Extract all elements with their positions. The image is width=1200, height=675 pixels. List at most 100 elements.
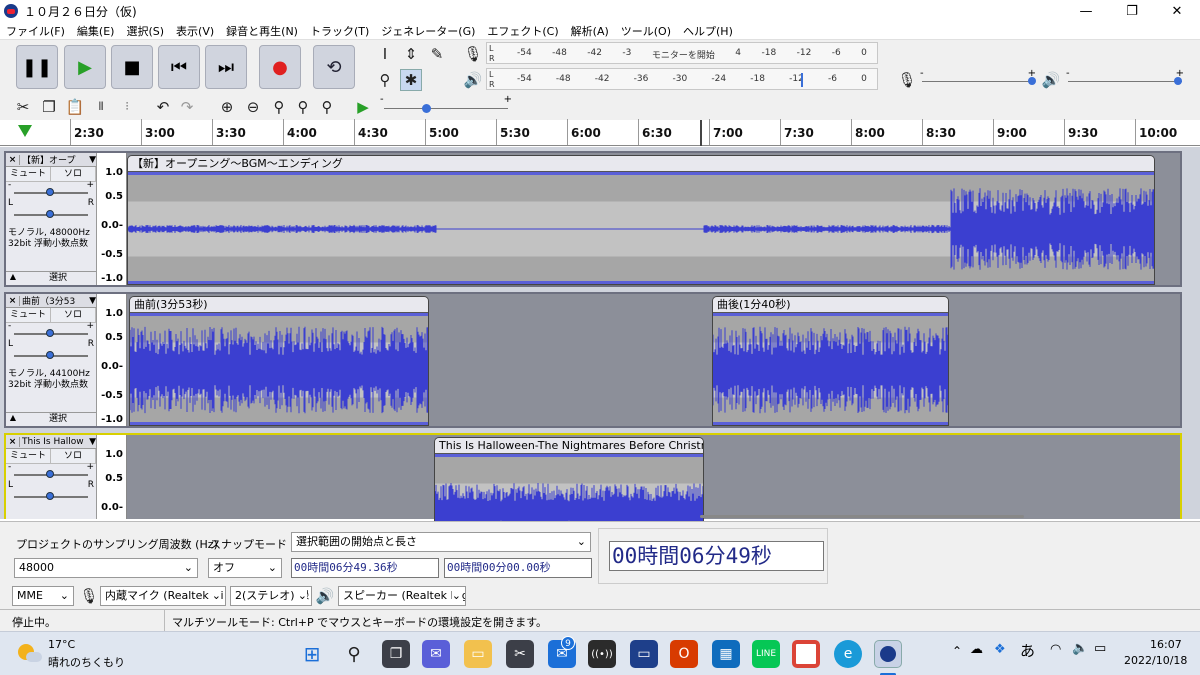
- snap-mode-select[interactable]: オフ ⌄: [208, 558, 282, 578]
- selection-mode-select[interactable]: 選択範囲の開始点と長さ ⌄: [291, 532, 591, 552]
- zoom-in-icon[interactable]: ⊕: [216, 96, 238, 118]
- record-meter[interactable]: L R -54 -48 -42 -3 モニターを開始 4 -18 -12 -6 …: [486, 42, 878, 64]
- gain-slider[interactable]: - +: [8, 462, 94, 482]
- audio-clip[interactable]: 曲後(1分40秒): [712, 296, 949, 426]
- file-explorer-icon[interactable]: ▭: [464, 640, 492, 668]
- play-button[interactable]: ▶: [64, 45, 106, 89]
- solo-button[interactable]: ソロ: [51, 167, 96, 181]
- sample-rate-select[interactable]: 48000 ⌄: [14, 558, 198, 578]
- fit-project-icon[interactable]: ⚲: [292, 96, 314, 118]
- solo-button[interactable]: ソロ: [51, 449, 96, 463]
- mic-volume-slider[interactable]: - +: [920, 68, 1036, 88]
- remote-desktop-icon[interactable]: ▭: [630, 640, 658, 668]
- track-3[interactable]: × This Is Hallow ▼ ミュート ソロ - + LR 1.0 0.5 0.…: [4, 433, 1182, 523]
- clock-date[interactable]: 2022/10/18: [1124, 654, 1187, 667]
- chevron-down-icon[interactable]: ▼: [89, 437, 96, 447]
- audio-position-time[interactable]: 00時間06分49秒: [609, 541, 824, 571]
- audio-clip[interactable]: 【新】オープニング～BGM～エンディング: [127, 155, 1155, 285]
- record-button[interactable]: ●: [259, 45, 301, 89]
- weather-desc[interactable]: 晴れのちくもり: [48, 654, 125, 670]
- line-icon[interactable]: LINE: [752, 640, 780, 668]
- track-name-menu[interactable]: This Is Hallow: [20, 437, 89, 447]
- gain-slider[interactable]: - +: [8, 321, 94, 341]
- maximize-button[interactable]: ❐: [1109, 0, 1155, 22]
- pan-slider[interactable]: LR: [8, 339, 94, 363]
- draw-tool-icon[interactable]: ✎: [426, 43, 448, 65]
- start-icon[interactable]: ⊞: [298, 640, 326, 668]
- battery-icon[interactable]: ▭: [1094, 641, 1106, 656]
- store-icon[interactable]: ▦: [712, 640, 740, 668]
- wifi-icon[interactable]: ◠: [1050, 642, 1061, 657]
- search-icon[interactable]: ⚲: [340, 640, 368, 668]
- chevron-up-icon[interactable]: ⌃: [952, 644, 962, 658]
- minimize-button[interactable]: —: [1063, 0, 1109, 22]
- menu-tracks[interactable]: トラック(T): [310, 23, 369, 39]
- menu-edit[interactable]: 編集(E): [77, 23, 115, 39]
- teams-chat-icon[interactable]: ✉: [422, 640, 450, 668]
- monitor-start-label[interactable]: モニターを開始: [652, 48, 715, 61]
- audio-host-select[interactable]: MME ⌄: [12, 586, 74, 606]
- close-button[interactable]: ✕: [1154, 0, 1200, 22]
- selection-start-time[interactable]: 00時間06分49.36秒: [291, 558, 439, 578]
- clip-name[interactable]: 【新】オープニング～BGM～エンディング: [128, 156, 1154, 172]
- playback-meter[interactable]: L R -54 -48 -42 -36 -30 -24 -18 -12 -6 0: [486, 68, 878, 90]
- track-name-menu[interactable]: 【新】オープ: [20, 153, 89, 166]
- pan-slider[interactable]: LR: [8, 480, 94, 504]
- speaker-icon[interactable]: 🔊: [462, 69, 484, 91]
- menu-select[interactable]: 選択(S): [126, 23, 164, 39]
- selection-tool-icon[interactable]: I: [374, 43, 396, 65]
- play-speed-slider[interactable]: - +: [380, 94, 512, 116]
- output-device-select[interactable]: スピーカー (Realtek Higl ⌄: [338, 586, 466, 606]
- cloud-icon[interactable]: ☁: [970, 642, 983, 657]
- play-at-speed-icon[interactable]: ▶: [352, 96, 374, 118]
- menu-generate[interactable]: ジェネレーター(G): [381, 23, 475, 39]
- horizontal-scrollbar[interactable]: [700, 515, 1024, 518]
- silence-icon[interactable]: ⫶: [116, 96, 138, 118]
- menu-analyze[interactable]: 解析(A): [571, 23, 609, 39]
- weather-icon[interactable]: [18, 642, 42, 666]
- select-track-button[interactable]: 選択: [20, 272, 96, 285]
- speaker-volume-slider[interactable]: - +: [1066, 68, 1184, 88]
- collapse-track-icon[interactable]: ▲: [6, 413, 20, 426]
- select-track-button[interactable]: 選択: [20, 413, 96, 426]
- task-view-icon[interactable]: ❐: [382, 640, 410, 668]
- audacity-taskbar-icon[interactable]: [874, 640, 902, 668]
- skip-to-end-button[interactable]: ⏭: [205, 45, 247, 89]
- close-track-icon[interactable]: ×: [6, 436, 20, 447]
- solo-button[interactable]: ソロ: [51, 308, 96, 322]
- ime-indicator[interactable]: あ: [1020, 640, 1035, 661]
- collapse-track-icon[interactable]: ▲: [6, 272, 20, 285]
- mute-button[interactable]: ミュート: [6, 449, 51, 463]
- timeline-ruler[interactable]: 2:30 3:00 3:30 4:00 4:30 5:00 5:30 6:00 6:30 7:00…: [0, 119, 1200, 146]
- track-name-menu[interactable]: 曲前（3分53: [20, 294, 89, 307]
- menu-tools[interactable]: ツール(O): [621, 23, 671, 39]
- chrome-icon[interactable]: [792, 640, 820, 668]
- menu-file[interactable]: ファイル(F): [6, 23, 65, 39]
- track-2[interactable]: × 曲前（3分53 ▼ ミュート ソロ - + LR モノラル, 44100Hz 32b…: [4, 292, 1182, 428]
- trim-icon[interactable]: ⫴: [90, 96, 112, 118]
- fit-selection-icon[interactable]: ⚲: [268, 96, 290, 118]
- clip-name[interactable]: This Is Halloween-The Nightmares Before …: [435, 438, 703, 454]
- speaker-slider-knob[interactable]: [1174, 77, 1182, 85]
- zoom-toggle-icon[interactable]: ⚲: [316, 96, 338, 118]
- dropbox-icon[interactable]: ❖: [994, 642, 1006, 657]
- clip-name[interactable]: 曲前(3分53秒): [130, 297, 428, 313]
- close-track-icon[interactable]: ×: [6, 154, 20, 165]
- paste-icon[interactable]: 📋: [64, 96, 86, 118]
- redo-icon[interactable]: ↷: [176, 96, 198, 118]
- mic-slider-knob[interactable]: [1028, 77, 1036, 85]
- chevron-down-icon[interactable]: ▼: [89, 296, 96, 306]
- audio-clip[interactable]: This Is Halloween-The Nightmares Before …: [434, 437, 704, 523]
- mute-button[interactable]: ミュート: [6, 308, 51, 322]
- envelope-tool-icon[interactable]: ⇕: [400, 43, 422, 65]
- cut-icon[interactable]: ✂: [12, 96, 34, 118]
- audio-clip[interactable]: 曲前(3分53秒): [129, 296, 429, 426]
- menu-effect[interactable]: エフェクト(C): [487, 23, 558, 39]
- microphone-icon[interactable]: 🎙: [462, 43, 484, 65]
- mute-button[interactable]: ミュート: [6, 167, 51, 181]
- undo-icon[interactable]: ↶: [152, 96, 174, 118]
- close-track-icon[interactable]: ×: [6, 295, 20, 306]
- copy-icon[interactable]: ❐: [38, 96, 60, 118]
- stop-button[interactable]: ■: [111, 45, 153, 89]
- clip-name[interactable]: 曲後(1分40秒): [713, 297, 948, 313]
